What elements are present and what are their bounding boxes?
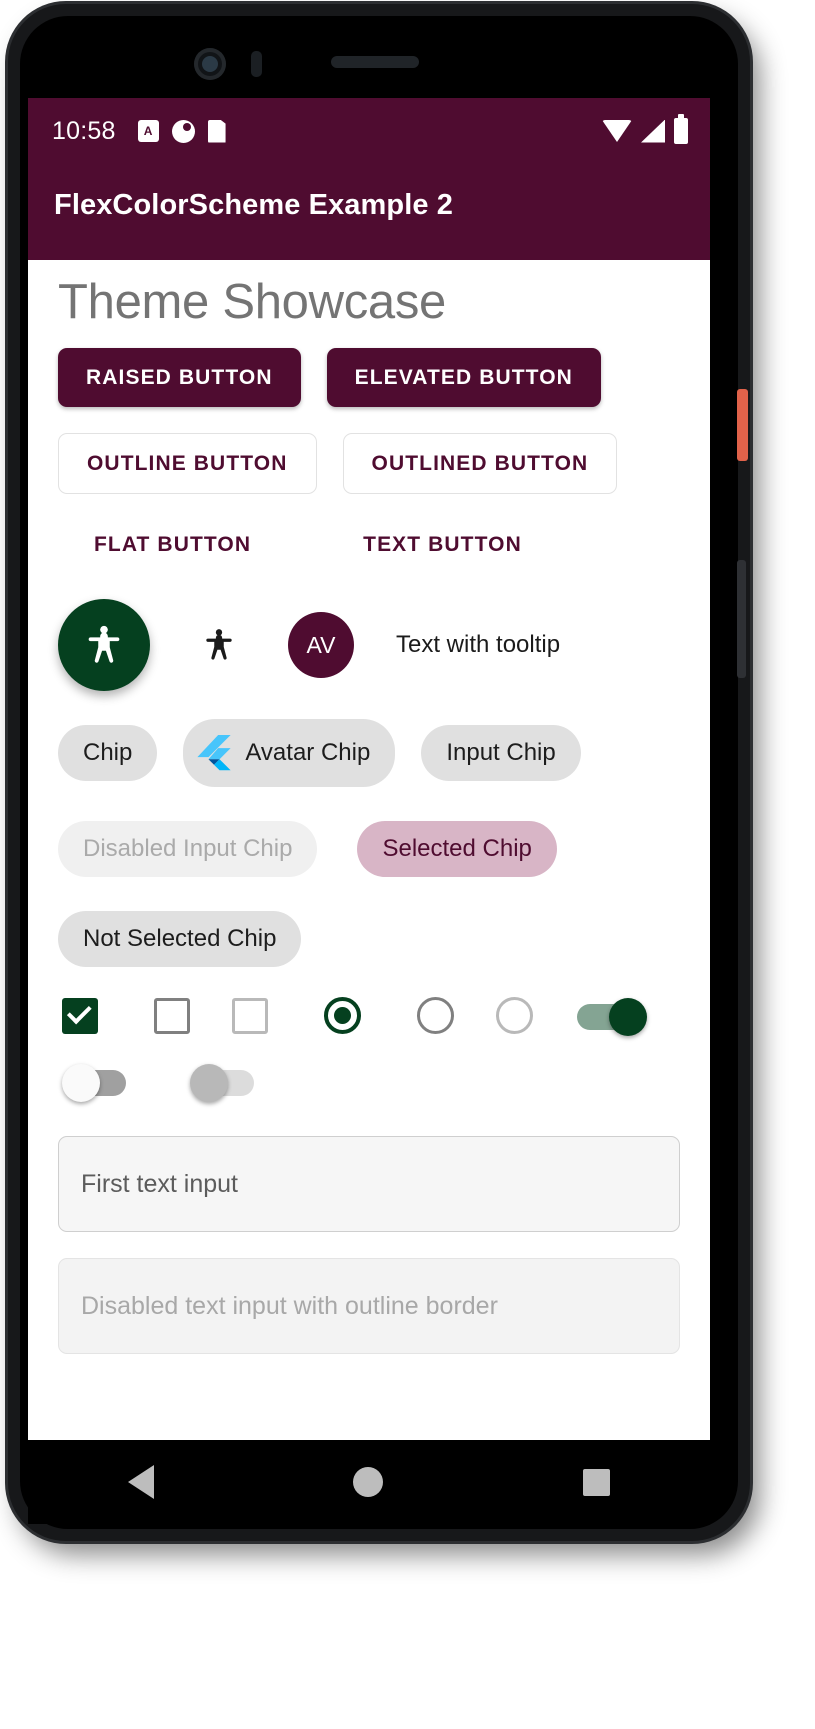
chip-label: Selected Chip [382, 835, 532, 862]
phone-screen: 10:58 A FlexColorScheme Example 2 Theme … [28, 98, 710, 1440]
chip-not-selected[interactable]: Not Selected Chip [58, 911, 302, 967]
outlined-button[interactable]: OUTLINED BUTTON [342, 433, 618, 494]
first-text-input-value: First text input [81, 1169, 238, 1198]
radio-disabled [496, 997, 533, 1034]
switch-on[interactable] [575, 997, 647, 1036]
sdcard-icon [207, 119, 226, 143]
accessibility-icon-button[interactable] [190, 616, 248, 674]
chip-label: Chip [83, 739, 133, 766]
chip-label: Not Selected Chip [83, 925, 277, 952]
check-icon [66, 999, 92, 1025]
switches-row [28, 1034, 710, 1102]
floating-action-button[interactable] [58, 599, 150, 691]
first-text-field-wrap: First text input [28, 1100, 710, 1232]
switch-thumb [62, 1064, 100, 1102]
disabled-text-field-wrap: Disabled text input with outline border [28, 1232, 710, 1354]
home-icon[interactable] [353, 1467, 384, 1497]
text-buttons-row: FLAT BUTTON TEXT BUTTON [28, 494, 710, 573]
tooltip-label[interactable]: Text with tooltip [396, 631, 560, 659]
camera-lens [202, 56, 218, 72]
outline-button[interactable]: OUTLINE BUTTON [58, 433, 317, 494]
chip-selected[interactable]: Selected Chip [357, 821, 557, 877]
back-icon[interactable] [127, 1465, 154, 1499]
flat-button[interactable]: FLAT BUTTON [72, 516, 273, 573]
chip-avatar[interactable]: Avatar Chip [183, 719, 396, 787]
accessibility-icon [88, 625, 120, 663]
wifi-icon [602, 120, 632, 142]
avatar: AV [288, 612, 354, 678]
checkbox-unchecked[interactable] [154, 997, 190, 1034]
text-button[interactable]: TEXT BUTTON [341, 516, 544, 573]
proximity-sensor-icon [251, 51, 262, 77]
volume-button[interactable] [737, 560, 746, 678]
radio-selected[interactable] [324, 997, 361, 1034]
outlined-buttons-row: OUTLINE BUTTON OUTLINED BUTTON [28, 407, 710, 494]
scrollable-content[interactable]: Theme Showcase RAISED BUTTON ELEVATED BU… [28, 260, 710, 1440]
switch-disabled [190, 1064, 262, 1102]
avatar-initials: AV [306, 631, 336, 658]
power-button[interactable] [737, 389, 748, 461]
disabled-text-input: Disabled text input with outline border [58, 1258, 680, 1354]
page-title: Theme Showcase [58, 275, 446, 329]
first-text-input[interactable]: First text input [58, 1136, 680, 1232]
raised-button[interactable]: RAISED BUTTON [58, 348, 301, 407]
flutter-logo-icon [197, 735, 231, 771]
cell-signal-icon [641, 119, 665, 143]
icons-row: AV Text with tooltip [28, 573, 710, 691]
a-badge-icon: A [137, 120, 159, 142]
battery-icon [674, 114, 688, 144]
accessibility-icon [206, 629, 232, 660]
status-bar-right-icons [602, 114, 688, 144]
disabled-text-input-value: Disabled text input with outline border [81, 1291, 498, 1320]
chips-row-2: Disabled Input Chip Selected Chip [28, 787, 710, 877]
app-bar-title: FlexColorScheme Example 2 [54, 188, 453, 221]
earpiece-speaker [331, 56, 419, 68]
chip-label: Input Chip [446, 739, 556, 766]
circle-contrast-icon [171, 119, 195, 143]
android-navigation-bar [28, 1440, 710, 1524]
chip-input[interactable]: Input Chip [421, 725, 581, 781]
switch-off[interactable] [62, 1064, 134, 1102]
chips-row-1: Chip Avatar Chip Input Chip [28, 691, 710, 787]
recents-icon[interactable] [583, 1468, 611, 1496]
status-bar-clock: 10:58 [52, 116, 116, 145]
switch-thumb [609, 997, 647, 1036]
radio-unselected[interactable] [417, 997, 454, 1034]
checkbox-checked[interactable] [62, 997, 98, 1034]
status-bar-left-icons: A [137, 119, 226, 143]
status-bar: 10:58 A [28, 98, 710, 164]
chip-disabled-input: Disabled Input Chip [58, 821, 318, 877]
front-camera-icon [194, 48, 226, 80]
app-bar: FlexColorScheme Example 2 [28, 164, 710, 260]
elevated-button[interactable]: ELEVATED BUTTON [326, 348, 601, 407]
checkbox-disabled [232, 997, 268, 1034]
chips-row-3: Not Selected Chip [28, 877, 710, 967]
chip-label: Disabled Input Chip [83, 835, 293, 862]
toggles-row [28, 967, 710, 1036]
chip-plain[interactable]: Chip [58, 725, 158, 781]
switch-thumb [190, 1064, 228, 1102]
chip-label: Avatar Chip [245, 739, 371, 766]
filled-buttons-row: RAISED BUTTON ELEVATED BUTTON [28, 330, 710, 407]
